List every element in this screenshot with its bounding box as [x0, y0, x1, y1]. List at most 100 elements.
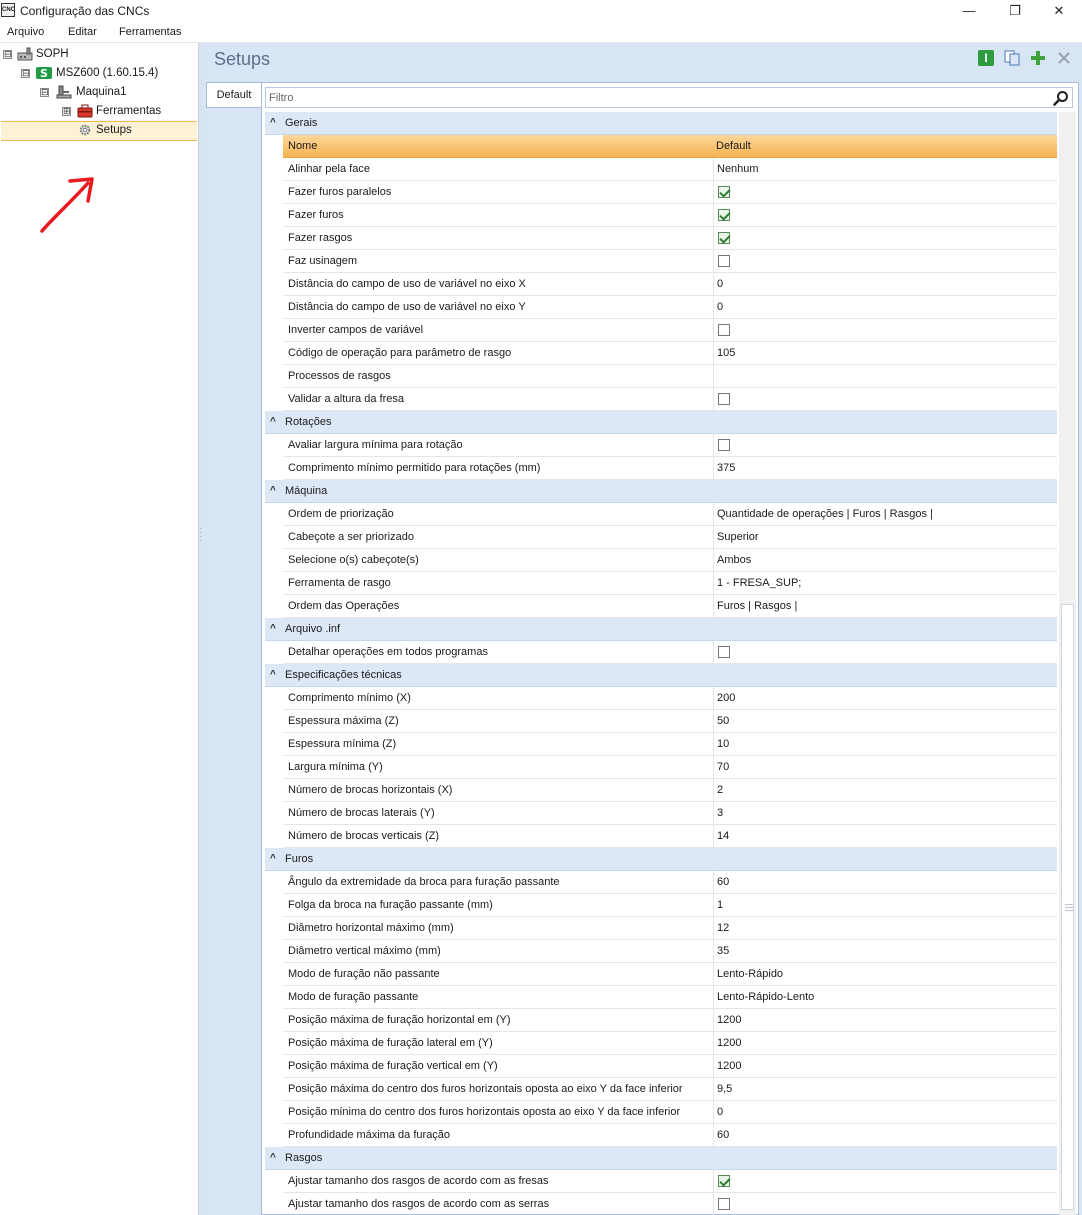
checked-checkbox[interactable]	[718, 1175, 730, 1187]
property-value[interactable]: 14	[713, 825, 1057, 848]
unchecked-checkbox[interactable]	[718, 646, 730, 658]
property-value[interactable]: 10	[713, 733, 1057, 756]
property-row[interactable]: Processos de rasgos	[283, 365, 1057, 388]
minimize-button[interactable]: —	[946, 0, 992, 22]
unchecked-checkbox[interactable]	[718, 439, 730, 451]
property-row[interactable]: Número de brocas laterais (Y) 3	[283, 802, 1057, 825]
property-row[interactable]: Comprimento mínimo (X) 200	[283, 687, 1057, 710]
property-value[interactable]: 1	[713, 894, 1057, 917]
collapse-chevron-icon[interactable]: ^	[270, 669, 276, 680]
property-row[interactable]: Distância do campo de uso de variável no…	[283, 273, 1057, 296]
property-value[interactable]: Quantidade de operações | Furos | Rasgos…	[713, 503, 1057, 526]
property-row[interactable]: Selecione o(s) cabeçote(s) Ambos	[283, 549, 1057, 572]
group-rasgos[interactable]: ^ Rasgos	[265, 1147, 1057, 1170]
property-value[interactable]: Furos | Rasgos |	[713, 595, 1057, 618]
column-header-default[interactable]: Default	[716, 140, 751, 152]
property-row[interactable]: Ajustar tamanho dos rasgos de acordo com…	[283, 1170, 1057, 1193]
property-value[interactable]	[713, 181, 1057, 204]
property-value[interactable]	[713, 365, 1057, 388]
property-row[interactable]: Ajustar tamanho dos rasgos de acordo com…	[283, 1193, 1057, 1215]
property-value[interactable]: 2	[713, 779, 1057, 802]
property-row[interactable]: Cabeçote a ser priorizado Superior	[283, 526, 1057, 549]
collapse-chevron-icon[interactable]: ^	[270, 485, 276, 496]
property-row[interactable]: Distância do campo de uso de variável no…	[283, 296, 1057, 319]
property-row[interactable]: Modo de furação passante Lento-Rápido-Len…	[283, 986, 1057, 1009]
unchecked-checkbox[interactable]	[718, 324, 730, 336]
property-row[interactable]: Código de operação para parâmetro de ras…	[283, 342, 1057, 365]
collapse-chevron-icon[interactable]: ^	[270, 117, 276, 128]
property-row[interactable]: Ordem das Operações Furos | Rasgos |	[283, 595, 1057, 618]
property-row[interactable]: Folga da broca na furação passante (mm) 1	[283, 894, 1057, 917]
property-value[interactable]	[713, 250, 1057, 273]
collapse-toggle[interactable]: ⊟	[3, 50, 12, 59]
property-value[interactable]: 200	[713, 687, 1057, 710]
info-button[interactable]: I	[978, 50, 994, 66]
property-row[interactable]: Fazer furos paralelos	[283, 181, 1057, 204]
property-row[interactable]: Número de brocas verticais (Z) 14	[283, 825, 1057, 848]
unchecked-checkbox[interactable]	[718, 393, 730, 405]
unchecked-checkbox[interactable]	[718, 1198, 730, 1210]
group-rotacoes[interactable]: ^ Rotações	[265, 411, 1057, 434]
property-value[interactable]: 12	[713, 917, 1057, 940]
menu-arquivo[interactable]: Arquivo	[7, 26, 44, 38]
property-row[interactable]: Comprimento mínimo permitido para rotaçõ…	[283, 457, 1057, 480]
property-row[interactable]: Posição máxima do centro dos furos horiz…	[283, 1078, 1057, 1101]
property-value[interactable]	[713, 1170, 1057, 1193]
property-value[interactable]	[713, 434, 1057, 457]
property-row[interactable]: Avaliar largura mínima para rotação	[283, 434, 1057, 457]
add-icon[interactable]	[1030, 50, 1046, 66]
property-value[interactable]: Lento-Rápido-Lento	[713, 986, 1057, 1009]
property-row[interactable]: Inverter campos de variável	[283, 319, 1057, 342]
property-row[interactable]: Posição mínima do centro dos furos horiz…	[283, 1101, 1057, 1124]
copy-icon[interactable]	[1004, 50, 1020, 66]
restore-button[interactable]: ❐	[992, 0, 1038, 22]
property-row[interactable]: Ângulo da extremidade da broca para fura…	[283, 871, 1057, 894]
collapse-chevron-icon[interactable]: ^	[270, 853, 276, 864]
group-furos[interactable]: ^ Furos	[265, 848, 1057, 871]
property-row[interactable]: Validar a altura da fresa	[283, 388, 1057, 411]
property-value[interactable]: 35	[713, 940, 1057, 963]
property-row[interactable]: Profundidade máxima da furação 60	[283, 1124, 1057, 1147]
property-value[interactable]: Lento-Rápido	[713, 963, 1057, 986]
unchecked-checkbox[interactable]	[718, 255, 730, 267]
property-row[interactable]: Largura mínima (Y) 70	[283, 756, 1057, 779]
property-row[interactable]: Detalhar operações em todos programas	[283, 641, 1057, 664]
property-value[interactable]	[713, 388, 1057, 411]
search-icon[interactable]	[1053, 90, 1069, 106]
collapse-toggle[interactable]: ⊟	[21, 69, 30, 78]
scrollbar-thumb[interactable]: — — —	[1061, 604, 1074, 1210]
property-row[interactable]: Espessura máxima (Z) 50	[283, 710, 1057, 733]
property-value[interactable]: 0	[713, 273, 1057, 296]
group-especificacoes-tecnicas[interactable]: ^ Especificações técnicas	[265, 664, 1057, 687]
property-value[interactable]: 1200	[713, 1055, 1057, 1078]
property-value[interactable]: 0	[713, 296, 1057, 319]
property-row[interactable]: Faz usinagem	[283, 250, 1057, 273]
collapse-chevron-icon[interactable]: ^	[270, 416, 276, 427]
property-row[interactable]: Fazer furos	[283, 204, 1057, 227]
property-row[interactable]: Espessura mínima (Z) 10	[283, 733, 1057, 756]
property-value[interactable]	[713, 1193, 1057, 1215]
filter-input[interactable]	[269, 91, 1039, 105]
group-gerais[interactable]: ^ Gerais	[265, 112, 1057, 135]
property-row[interactable]: Posição máxima de furação vertical em (Y…	[283, 1055, 1057, 1078]
property-value[interactable]: Ambos	[713, 549, 1057, 572]
property-row[interactable]: Diâmetro vertical máximo (mm) 35	[283, 940, 1057, 963]
property-row[interactable]: Número de brocas horizontais (X) 2	[283, 779, 1057, 802]
checked-checkbox[interactable]	[718, 232, 730, 244]
group-maquina[interactable]: ^ Máquina	[265, 480, 1057, 503]
property-value[interactable]: Superior	[713, 526, 1057, 549]
property-value[interactable]: 60	[713, 871, 1057, 894]
property-value[interactable]: 1200	[713, 1032, 1057, 1055]
property-value[interactable]	[713, 227, 1057, 250]
property-value[interactable]: 1 - FRESA_SUP;	[713, 572, 1057, 595]
checked-checkbox[interactable]	[718, 209, 730, 221]
property-value[interactable]: 1200	[713, 1009, 1057, 1032]
property-value[interactable]: 3	[713, 802, 1057, 825]
menu-editar[interactable]: Editar	[68, 26, 97, 38]
property-value[interactable]	[713, 641, 1057, 664]
menu-ferramentas[interactable]: Ferramentas	[119, 26, 181, 38]
collapse-toggle[interactable]: ⊟	[40, 88, 49, 97]
property-value[interactable]: 9,5	[713, 1078, 1057, 1101]
collapse-chevron-icon[interactable]: ^	[270, 1152, 276, 1163]
property-row[interactable]: Posição máxima de furação lateral em (Y)…	[283, 1032, 1057, 1055]
